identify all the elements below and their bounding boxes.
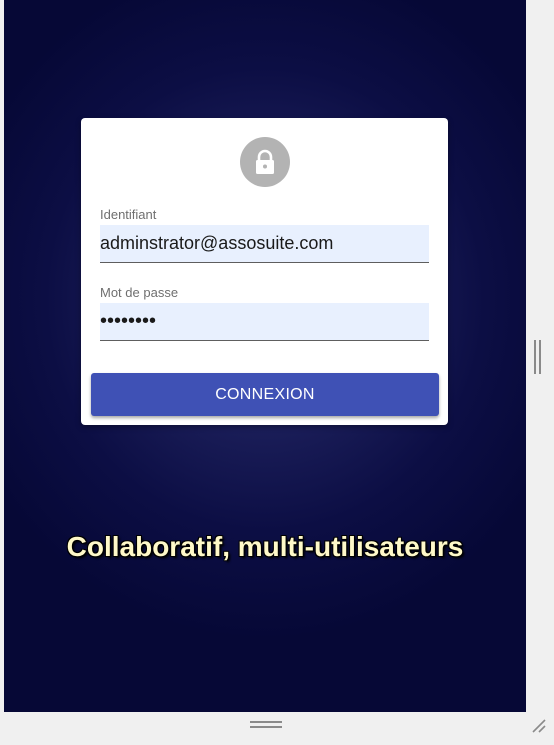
username-field[interactable]: adminstrator@assosuite.com [100,225,429,263]
username-value: adminstrator@assosuite.com [100,233,334,253]
username-label: Identifiant [100,207,157,222]
password-label: Mot de passe [100,285,179,300]
connexion-button[interactable]: CONNEXION [91,373,439,416]
login-card: Identifiant adminstrator@assosuite.com M… [81,118,448,425]
password-value: •••••••• [100,310,157,332]
resize-corner-icon[interactable] [531,718,547,734]
tagline: Collaboratif, multi-utilisateurs [66,531,464,562]
horizontal-resize-grip[interactable] [250,721,282,729]
app-frame: Identifiant adminstrator@assosuite.com M… [0,0,554,745]
password-field[interactable]: •••••••• [100,303,429,341]
login-screen: Identifiant adminstrator@assosuite.com M… [4,0,526,712]
lock-icon [240,137,290,187]
vertical-resize-grip[interactable] [534,340,542,374]
